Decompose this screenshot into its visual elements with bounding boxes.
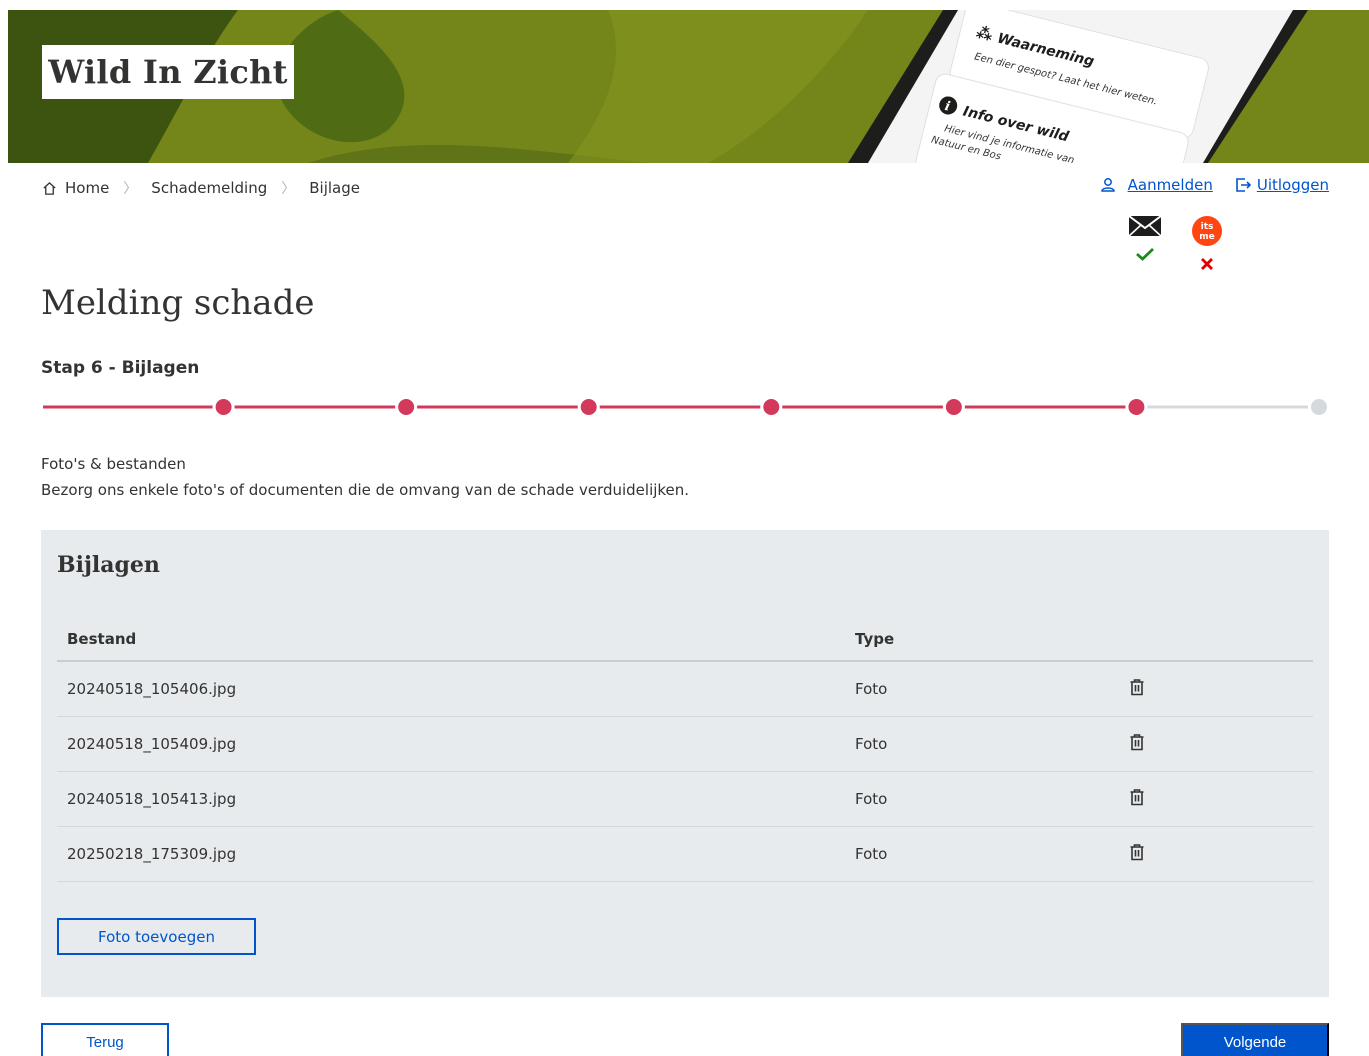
column-header-bestand: Bestand xyxy=(67,630,137,648)
login-label: Aanmelden xyxy=(1127,176,1213,194)
file-name: 20240518_105413.jpg xyxy=(67,790,237,808)
breadcrumb-bijlage-label: Bijlage xyxy=(309,179,360,197)
table-row: 20240518_105406.jpg Foto xyxy=(57,662,1313,717)
stepper-step-1 xyxy=(215,399,232,415)
intro-text: Foto's & bestanden Bezorg ons enkele fot… xyxy=(41,451,689,503)
column-header-type: Type xyxy=(855,630,895,648)
envelope-icon xyxy=(1128,215,1162,237)
stepper-step-7 xyxy=(1311,399,1327,415)
stepper-step-5 xyxy=(945,399,962,415)
identity-providers: its me xyxy=(1128,214,1224,272)
svg-text:its: its xyxy=(1201,222,1214,232)
breadcrumb-home[interactable]: Home xyxy=(42,179,109,197)
table-row: 20240518_105409.jpg Foto xyxy=(57,717,1313,772)
intro-heading: Foto's & bestanden xyxy=(41,455,186,473)
breadcrumb: Home 〉 Schademelding 〉 Bijlage xyxy=(42,178,360,198)
svg-text:me: me xyxy=(1199,232,1214,242)
user-icon xyxy=(1100,178,1115,192)
breadcrumb-home-label: Home xyxy=(65,179,110,197)
attachments-heading: Bijlagen xyxy=(57,552,160,578)
file-type: Foto xyxy=(855,680,888,698)
breadcrumb-schademelding[interactable]: Schademelding xyxy=(151,179,267,197)
add-photo-button[interactable]: Foto toevoegen xyxy=(57,918,256,955)
delete-button[interactable] xyxy=(1129,733,1145,755)
trash-icon xyxy=(1130,679,1144,696)
file-name: 20250218_175309.jpg xyxy=(67,845,237,863)
attachments-panel: Bijlagen Bestand Type 20240518_105406.jp… xyxy=(41,530,1329,997)
stepper-step-3 xyxy=(580,399,597,415)
table-header: Bestand Type xyxy=(57,618,1313,662)
next-button[interactable]: Volgende xyxy=(1181,1023,1329,1056)
breadcrumb-schademelding-label: Schademelding xyxy=(151,179,268,197)
file-type: Foto xyxy=(855,790,888,808)
site-logo[interactable]: Wild In Zicht xyxy=(42,45,294,99)
trash-icon xyxy=(1130,734,1144,751)
stepper-step-2 xyxy=(398,399,415,415)
logout-label: Uitloggen xyxy=(1256,176,1329,194)
intro-description: Bezorg ons enkele foto's of documenten d… xyxy=(41,481,690,499)
file-name: 20240518_105406.jpg xyxy=(67,680,237,698)
stepper-step-4 xyxy=(763,399,780,415)
login-link[interactable]: Aanmelden xyxy=(1100,176,1213,194)
itsme-icon: its me xyxy=(1192,216,1222,246)
delete-button[interactable] xyxy=(1129,788,1145,810)
back-button[interactable]: Terug xyxy=(41,1023,169,1056)
table-row: 20240518_105413.jpg Foto xyxy=(57,772,1313,827)
table-row: 20250218_175309.jpg Foto xyxy=(57,827,1313,882)
page-title: Melding schade xyxy=(41,283,315,323)
provider-itsme: its me xyxy=(1190,214,1224,272)
delete-button[interactable] xyxy=(1129,843,1145,865)
attachments-table: Bestand Type 20240518_105406.jpg Foto 20… xyxy=(57,618,1313,882)
progress-stepper xyxy=(43,399,1327,415)
logout-icon xyxy=(1236,178,1251,192)
check-icon xyxy=(1136,247,1154,261)
chevron-right-icon: 〉 xyxy=(281,181,296,197)
file-type: Foto xyxy=(855,735,888,753)
step-title: Stap 6 - Bijlagen xyxy=(41,358,200,378)
cross-icon xyxy=(1201,258,1213,270)
logout-link[interactable]: Uitloggen xyxy=(1235,176,1329,194)
breadcrumb-bijlage: Bijlage xyxy=(309,179,360,197)
trash-icon xyxy=(1130,844,1144,861)
provider-email xyxy=(1128,214,1162,272)
chevron-right-icon: 〉 xyxy=(123,181,138,197)
home-icon xyxy=(43,181,56,195)
stepper-step-6 xyxy=(1128,399,1145,415)
auth-links: Aanmelden Uitloggen xyxy=(1100,176,1329,194)
trash-icon xyxy=(1130,789,1144,806)
delete-button[interactable] xyxy=(1129,678,1145,700)
site-logo-text: Wild In Zicht xyxy=(48,53,288,91)
file-type: Foto xyxy=(855,845,888,863)
file-name: 20240518_105409.jpg xyxy=(67,735,237,753)
